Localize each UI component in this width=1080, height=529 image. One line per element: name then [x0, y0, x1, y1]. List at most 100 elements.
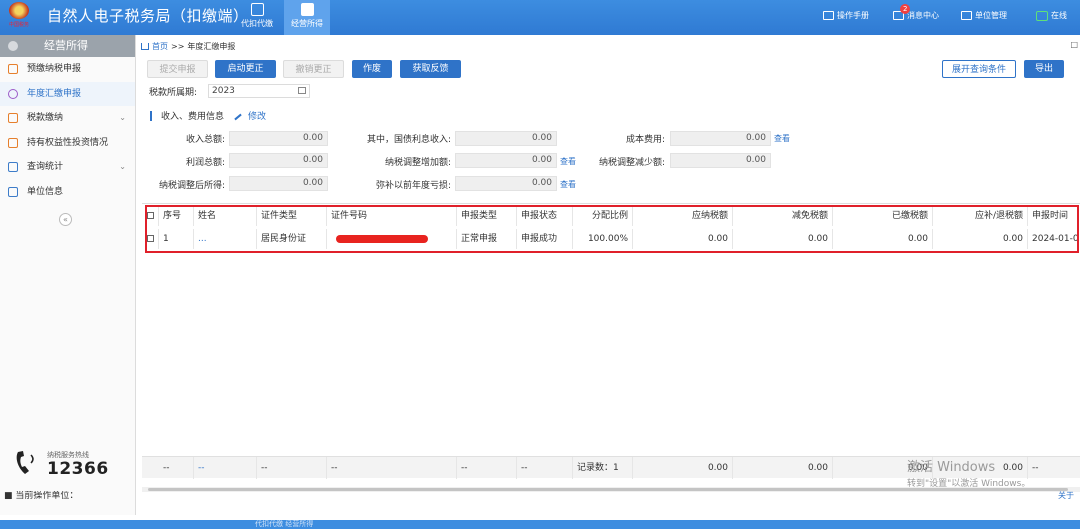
footer-tax-relief: 0.00 — [733, 457, 833, 479]
sidebar-item-annual-declaration[interactable]: 年度汇缴申报 — [0, 81, 135, 106]
adj-increase-label: 纳税调整增加额: — [384, 158, 451, 168]
adj-increase-field: 0.00 — [455, 153, 557, 168]
sidebar-header-icon — [8, 41, 18, 51]
chevron-down-icon: ⌄ — [119, 113, 126, 122]
sidebar-item-label: 查询统计 — [27, 162, 64, 172]
edit-link[interactable]: 修改 — [234, 109, 266, 122]
treasury-interest-field: 0.00 — [455, 131, 557, 146]
service-hotline: 纳税服务热线 12366 — [14, 445, 132, 479]
tax-period-value: 2023 — [212, 86, 235, 96]
cost-field: 0.00 — [670, 131, 771, 146]
app-title: 自然人电子税务局（扣缴端） — [47, 7, 249, 25]
tax-period-input[interactable]: 2023 — [208, 84, 310, 98]
nav-business-income[interactable]: 经营所得 — [284, 0, 330, 35]
sidebar-title: 经营所得 — [44, 39, 88, 52]
nav-business-income-label: 经营所得 — [291, 19, 323, 28]
emblem-caption: 中国税务 — [8, 22, 29, 28]
document-icon — [250, 3, 264, 16]
void-button[interactable]: 作废 — [352, 60, 392, 78]
manual-button[interactable]: 操作手册 — [823, 10, 869, 21]
form-icon — [8, 64, 18, 74]
monitor-icon — [1036, 10, 1048, 21]
export-button[interactable]: 导出 — [1024, 60, 1064, 78]
unit-management-button[interactable]: 单位管理 — [961, 10, 1007, 21]
breadcrumb-home[interactable]: 首页 — [152, 41, 168, 52]
sidebar-header: 经营所得 — [0, 35, 135, 57]
footer-name: -- — [194, 457, 257, 479]
income-section-title: 收入、费用信息 修改 — [150, 109, 266, 122]
bottom-nav-band: 代扣代缴 经营所得 — [0, 520, 1080, 529]
app-header: 中国税务 自然人电子税务局（扣缴端） 代扣代缴 经营所得 操作手册 2 消息中心… — [0, 0, 1080, 35]
online-status[interactable]: 在线 — [1036, 10, 1067, 21]
watermark-line2: 转到"设置"以激活 Windows。 — [907, 479, 1031, 489]
breadcrumb: 首页 >> 年度汇缴申报 — [141, 41, 235, 52]
message-center-button[interactable]: 2 消息中心 — [893, 4, 939, 21]
unit-management-label: 单位管理 — [975, 11, 1007, 20]
start-correction-button[interactable]: 启动更正 — [215, 60, 276, 78]
annual-report-icon — [8, 88, 18, 99]
adjusted-income-field: 0.00 — [229, 176, 328, 191]
bottom-band-label: 代扣代缴 经营所得 — [255, 520, 314, 528]
sidebar: 经营所得 预缴纳税申报 年度汇缴申报 税款缴纳 ⌄ 持有权益性投资情况 查询统计… — [0, 35, 136, 515]
manual-label: 操作手册 — [837, 11, 869, 20]
payment-icon — [8, 113, 18, 123]
sidebar-item-unit-info[interactable]: 单位信息 — [0, 180, 135, 205]
home-icon — [141, 43, 149, 50]
windows-activation-watermark: 激活 Windows 转到"设置"以激活 Windows。 — [907, 456, 1030, 489]
sidebar-item-label: 单位信息 — [27, 186, 64, 197]
treasury-interest-label: 其中，国债利息收入: — [366, 135, 451, 145]
investment-icon — [8, 137, 18, 148]
sidebar-item-label: 预缴纳税申报 — [27, 64, 82, 74]
total-profit-field: 0.00 — [229, 153, 328, 168]
nav-withholding-label: 代扣代缴 — [241, 19, 273, 28]
view-adj-increase-link[interactable]: 查看 — [560, 156, 576, 167]
current-unit-label: ■ 当前操作单位： — [4, 491, 79, 501]
collapse-sidebar-button[interactable]: « — [59, 213, 72, 226]
watermark-line1: 激活 Windows — [907, 460, 996, 475]
sidebar-item-tax-payment[interactable]: 税款缴纳 ⌄ — [0, 106, 135, 131]
footer-time: -- — [1032, 463, 1039, 473]
sidebar-item-prepaid-declaration[interactable]: 预缴纳税申报 — [0, 57, 135, 82]
chart-icon — [8, 162, 18, 172]
footer-index: -- — [159, 457, 194, 479]
tax-period-label: 税款所属期: — [149, 88, 198, 98]
view-cost-link[interactable]: 查看 — [774, 133, 790, 144]
database-icon — [300, 3, 314, 16]
main-content: 首页 >> 年度汇缴申报 □ 提交申报 启动更正 撤销更正 作废 获取反馈 展开… — [137, 35, 1080, 515]
calendar-icon[interactable] — [298, 87, 306, 94]
mail-icon: 2 — [893, 4, 911, 20]
footer-status: -- — [517, 457, 573, 479]
highlight-box — [145, 205, 1079, 253]
phone-icon — [16, 451, 34, 474]
window-control-icon[interactable]: □ — [1070, 40, 1078, 49]
message-center-label: 消息中心 — [907, 11, 939, 20]
loss-offset-field: 0.00 — [455, 176, 557, 191]
submit-declaration-button[interactable]: 提交申报 — [147, 60, 208, 78]
total-profit-label: 利润总额: — [185, 158, 225, 168]
breadcrumb-separator: >> — [171, 42, 185, 51]
total-income-field: 0.00 — [229, 131, 328, 146]
adj-decrease-label: 纳税调整减少额: — [598, 158, 665, 168]
status-bar: ■ 当前操作单位： 关于 — [0, 491, 1080, 501]
sidebar-item-equity-investment[interactable]: 持有权益性投资情况 — [0, 131, 135, 156]
footer-id-number: -- — [327, 457, 457, 479]
get-feedback-button[interactable]: 获取反馈 — [400, 60, 461, 78]
total-income-label: 收入总额: — [185, 135, 225, 145]
footer-declaration-type: -- — [457, 457, 517, 479]
hotline-number: 12366 — [47, 459, 109, 479]
income-section-label: 收入、费用信息 — [161, 112, 225, 122]
sidebar-item-query-stats[interactable]: 查询统计 ⌄ — [0, 155, 135, 180]
adj-decrease-field: 0.00 — [670, 153, 771, 168]
expand-query-button[interactable]: 展开查询条件 — [942, 60, 1016, 78]
sidebar-item-label: 年度汇缴申报 — [27, 88, 82, 99]
edit-label: 修改 — [248, 112, 267, 122]
view-loss-offset-link[interactable]: 查看 — [560, 179, 576, 190]
nav-withholding[interactable]: 代扣代缴 — [234, 0, 280, 35]
about-link[interactable]: 关于 — [1058, 491, 1074, 501]
tax-emblem-icon: 中国税务 — [4, 2, 34, 30]
sidebar-item-label: 税款缴纳 — [27, 113, 64, 123]
cost-label: 成本费用: — [625, 135, 665, 145]
sidebar-item-label: 持有权益性投资情况 — [27, 137, 109, 148]
cancel-correction-button[interactable]: 撤销更正 — [283, 60, 344, 78]
manual-icon — [823, 11, 834, 20]
